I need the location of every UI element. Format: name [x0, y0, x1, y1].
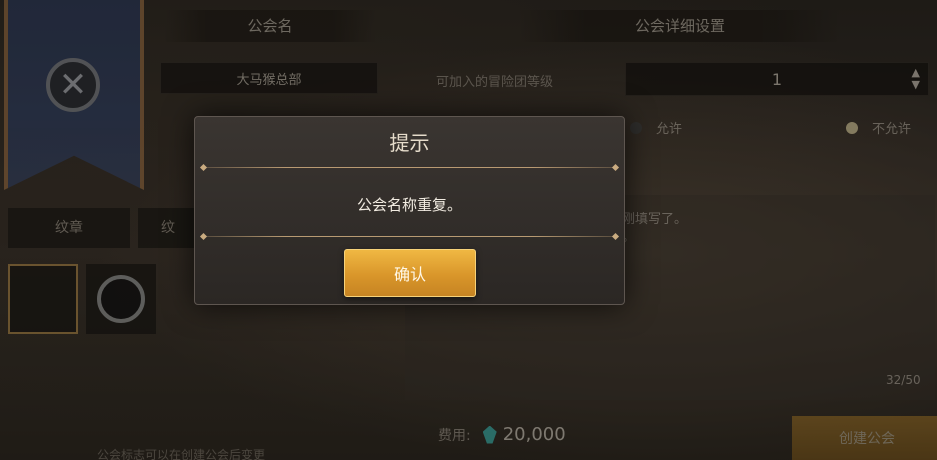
dialog-divider-top	[203, 167, 616, 168]
dialog-message: 公会名称重复。	[356, 196, 462, 214]
dialog-title: 提示	[389, 131, 430, 155]
dialog-divider-bottom	[203, 236, 616, 237]
confirm-button[interactable]: 确认	[344, 249, 476, 297]
alert-dialog: 提示 公会名称重复。 确认	[194, 116, 625, 305]
